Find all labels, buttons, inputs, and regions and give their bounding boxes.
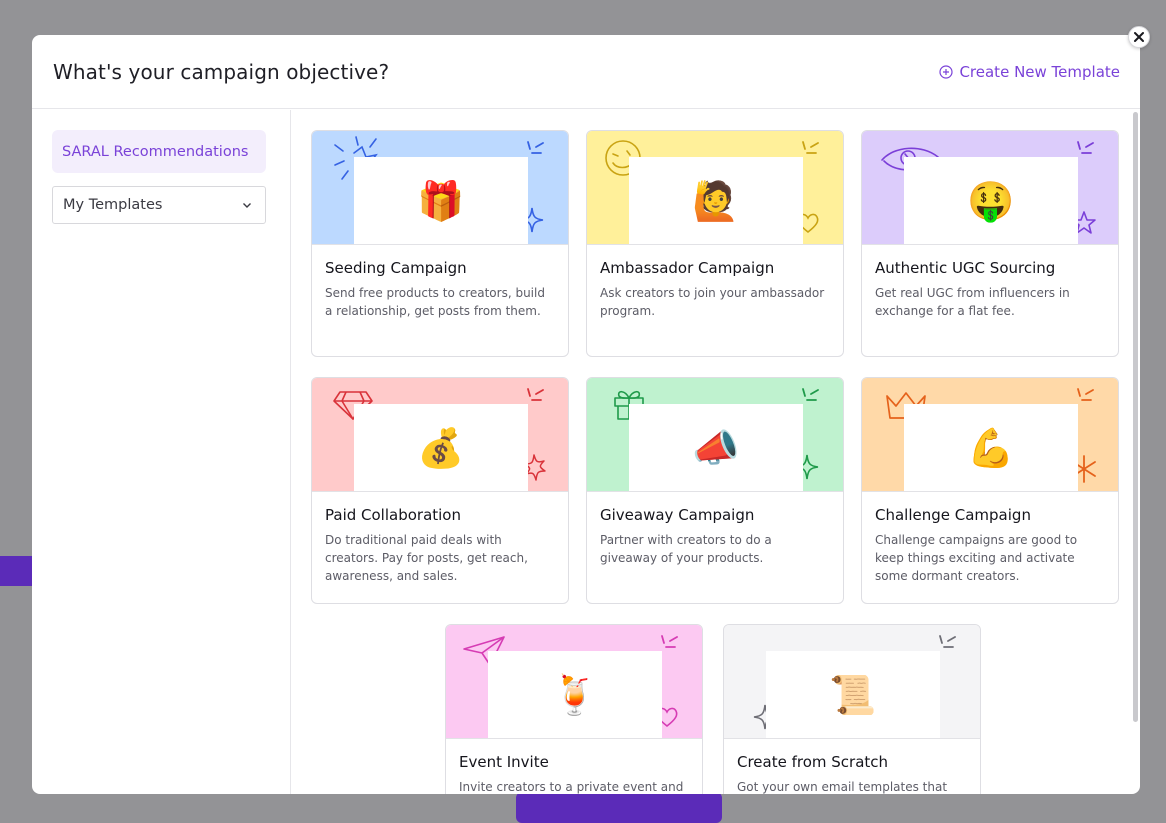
template-card[interactable]: 💪 Challenge Campaign Challenge campaigns… bbox=[861, 377, 1119, 604]
card-title: Authentic UGC Sourcing bbox=[875, 259, 1056, 277]
card-description: Invite creators to a private event and bbox=[459, 780, 684, 794]
card-description: Send free products to creators, build a … bbox=[325, 286, 545, 318]
card-illustration: 📣 bbox=[587, 378, 843, 492]
money-face-icon: 🤑 bbox=[967, 179, 1015, 223]
tropical-drink-icon: 🍹 bbox=[551, 673, 599, 717]
card-illustration: 💪 bbox=[862, 378, 1118, 492]
waving-person-icon: 🙋 bbox=[692, 179, 740, 223]
card-title: Create from Scratch bbox=[737, 753, 889, 771]
my-templates-select[interactable]: My Templates bbox=[52, 186, 266, 224]
card-illustration: 🍹 bbox=[446, 625, 702, 739]
card-description: Ask creators to join your ambassador pro… bbox=[600, 286, 825, 318]
saral-recommendations-tab[interactable]: SARAL Recommendations bbox=[52, 130, 266, 173]
card-description: Partner with creators to do a giveaway o… bbox=[600, 533, 772, 565]
background-button bbox=[0, 556, 32, 586]
gift-icon: 🎁 bbox=[417, 179, 465, 223]
card-preview: 💪 bbox=[904, 404, 1078, 491]
card-illustration: 📜 bbox=[724, 625, 980, 739]
plus-circle-icon bbox=[939, 64, 954, 79]
template-card[interactable]: 📜 Create from Scratch Got your own email… bbox=[723, 624, 981, 794]
card-description: Get real UGC from influencers in exchang… bbox=[875, 286, 1070, 318]
modal-header: What's your campaign objective? Create N… bbox=[32, 35, 1140, 109]
create-new-template-label: Create New Template bbox=[959, 62, 1120, 81]
template-card[interactable]: 💰 Paid Collaboration Do traditional paid… bbox=[311, 377, 569, 604]
card-preview: 📜 bbox=[766, 651, 940, 738]
background-button bbox=[516, 792, 722, 823]
card-description: Got your own email templates that bbox=[737, 780, 948, 794]
card-preview: 🙋 bbox=[629, 157, 803, 244]
modal-title: What's your campaign objective? bbox=[53, 59, 390, 84]
card-preview: 🍹 bbox=[488, 651, 662, 738]
template-card[interactable]: 📣 Giveaway Campaign Partner with creator… bbox=[586, 377, 844, 604]
scrollbar[interactable] bbox=[1133, 112, 1138, 722]
card-illustration: 🤑 bbox=[862, 131, 1118, 245]
create-new-template-link[interactable]: Create New Template bbox=[939, 63, 1120, 81]
saral-recommendations-label: SARAL Recommendations bbox=[62, 143, 249, 160]
card-title: Giveaway Campaign bbox=[600, 506, 755, 524]
close-button[interactable] bbox=[1128, 26, 1150, 48]
template-grid: 🎁 Seeding Campaign Send free products to… bbox=[292, 110, 1140, 794]
card-description: Challenge campaigns are good to keep thi… bbox=[875, 533, 1078, 583]
card-description: Do traditional paid deals with creators.… bbox=[325, 533, 528, 583]
my-templates-value: My Templates bbox=[63, 197, 163, 213]
card-title: Seeding Campaign bbox=[325, 259, 467, 277]
template-card[interactable]: 🤑 Authentic UGC Sourcing Get real UGC fr… bbox=[861, 130, 1119, 357]
money-bag-icon: 💰 bbox=[417, 426, 465, 470]
card-preview: 🎁 bbox=[354, 157, 528, 244]
card-illustration: 🎁 bbox=[312, 131, 568, 245]
card-preview: 💰 bbox=[354, 404, 528, 491]
template-card[interactable]: 🙋 Ambassador Campaign Ask creators to jo… bbox=[586, 130, 844, 357]
card-preview: 📣 bbox=[629, 404, 803, 491]
megaphone-icon: 📣 bbox=[692, 426, 740, 470]
chevron-down-icon bbox=[243, 203, 251, 208]
template-card[interactable]: 🍹 Event Invite Invite creators to a priv… bbox=[445, 624, 703, 794]
card-title: Challenge Campaign bbox=[875, 506, 1031, 524]
card-illustration: 🙋 bbox=[587, 131, 843, 245]
template-card[interactable]: 🎁 Seeding Campaign Send free products to… bbox=[311, 130, 569, 357]
flexed-bicep-icon: 💪 bbox=[967, 426, 1015, 470]
scroll-icon: 📜 bbox=[829, 673, 877, 717]
card-title: Event Invite bbox=[459, 753, 549, 771]
card-preview: 🤑 bbox=[904, 157, 1078, 244]
card-title: Paid Collaboration bbox=[325, 506, 461, 524]
campaign-objective-modal: What's your campaign objective? Create N… bbox=[32, 35, 1140, 794]
close-icon bbox=[1134, 32, 1144, 42]
card-title: Ambassador Campaign bbox=[600, 259, 775, 277]
template-sidebar: SARAL Recommendations My Templates bbox=[32, 110, 291, 794]
card-illustration: 💰 bbox=[312, 378, 568, 492]
